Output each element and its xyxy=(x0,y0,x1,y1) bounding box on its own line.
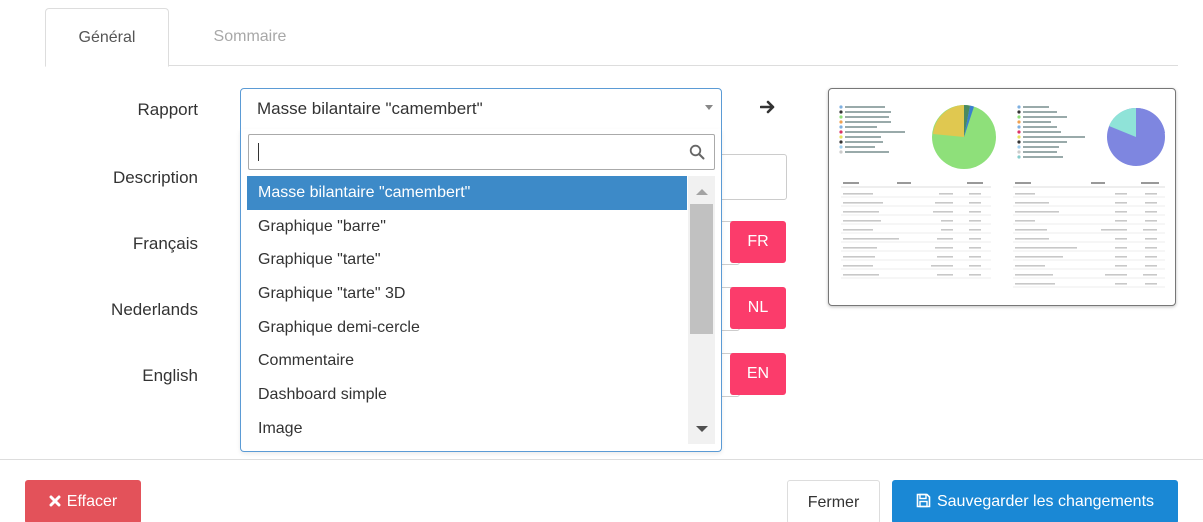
scrollbar-thumb[interactable] xyxy=(690,204,713,334)
dropdown-option[interactable]: Commentaire xyxy=(247,344,687,378)
report-select[interactable]: Masse bilantaire "camembert" xyxy=(240,88,722,130)
save-button-label: Sauvegarder les changements xyxy=(936,493,1155,510)
clear-button-label: Effacer xyxy=(66,493,118,510)
text-cursor xyxy=(258,143,259,161)
close-button[interactable]: Fermer xyxy=(787,480,880,522)
fr-language-button[interactable]: FR xyxy=(730,221,786,263)
dropdown-option[interactable]: Graphique demi-cercle xyxy=(247,311,687,345)
dropdown-option[interactable]: Graphique "tarte" xyxy=(247,243,687,277)
report-preview-image xyxy=(828,88,1176,306)
close-button-label: Fermer xyxy=(807,494,860,511)
rapport-label: Rapport xyxy=(137,100,198,119)
english-label: English xyxy=(142,366,198,385)
dropdown-option[interactable]: Image xyxy=(247,412,687,444)
scroll-up-icon[interactable] xyxy=(696,189,708,195)
francais-label: Français xyxy=(132,234,198,253)
dropdown-option-list: Masse bilantaire "camembert" Graphique "… xyxy=(247,176,687,444)
save-button[interactable]: Sauvegarder les changements xyxy=(892,480,1178,522)
report-dropdown: Masse bilantaire "camembert" Graphique "… xyxy=(240,129,722,452)
dropdown-option[interactable]: Graphique "barre" xyxy=(247,210,687,244)
dropdown-option[interactable]: Graphique "tarte" 3D xyxy=(247,277,687,311)
floppy-disk-icon xyxy=(916,480,931,522)
description-label: Description xyxy=(112,168,198,187)
dropdown-option[interactable]: Dashboard simple xyxy=(247,378,687,412)
dropdown-option[interactable]: Masse bilantaire "camembert" xyxy=(247,176,687,210)
nederlands-label: Nederlands xyxy=(111,300,198,319)
tab-general[interactable]: Général xyxy=(45,8,169,67)
tab-bar: Général Sommaire xyxy=(45,8,1178,67)
en-language-button[interactable]: EN xyxy=(730,353,786,395)
arrow-right-icon[interactable] xyxy=(759,98,776,121)
search-icon xyxy=(689,144,705,160)
footer-divider xyxy=(0,459,1203,460)
report-select-value: Masse bilantaire "camembert" xyxy=(257,99,483,118)
tab-sommaire[interactable]: Sommaire xyxy=(195,8,305,66)
times-icon xyxy=(49,480,61,522)
clear-button[interactable]: Effacer xyxy=(25,480,141,522)
caret-down-icon xyxy=(705,105,713,110)
dropdown-search-input[interactable] xyxy=(248,134,715,170)
nl-language-button[interactable]: NL xyxy=(730,287,786,329)
scroll-down-icon[interactable] xyxy=(696,426,708,432)
dropdown-scrollbar[interactable] xyxy=(688,176,715,444)
